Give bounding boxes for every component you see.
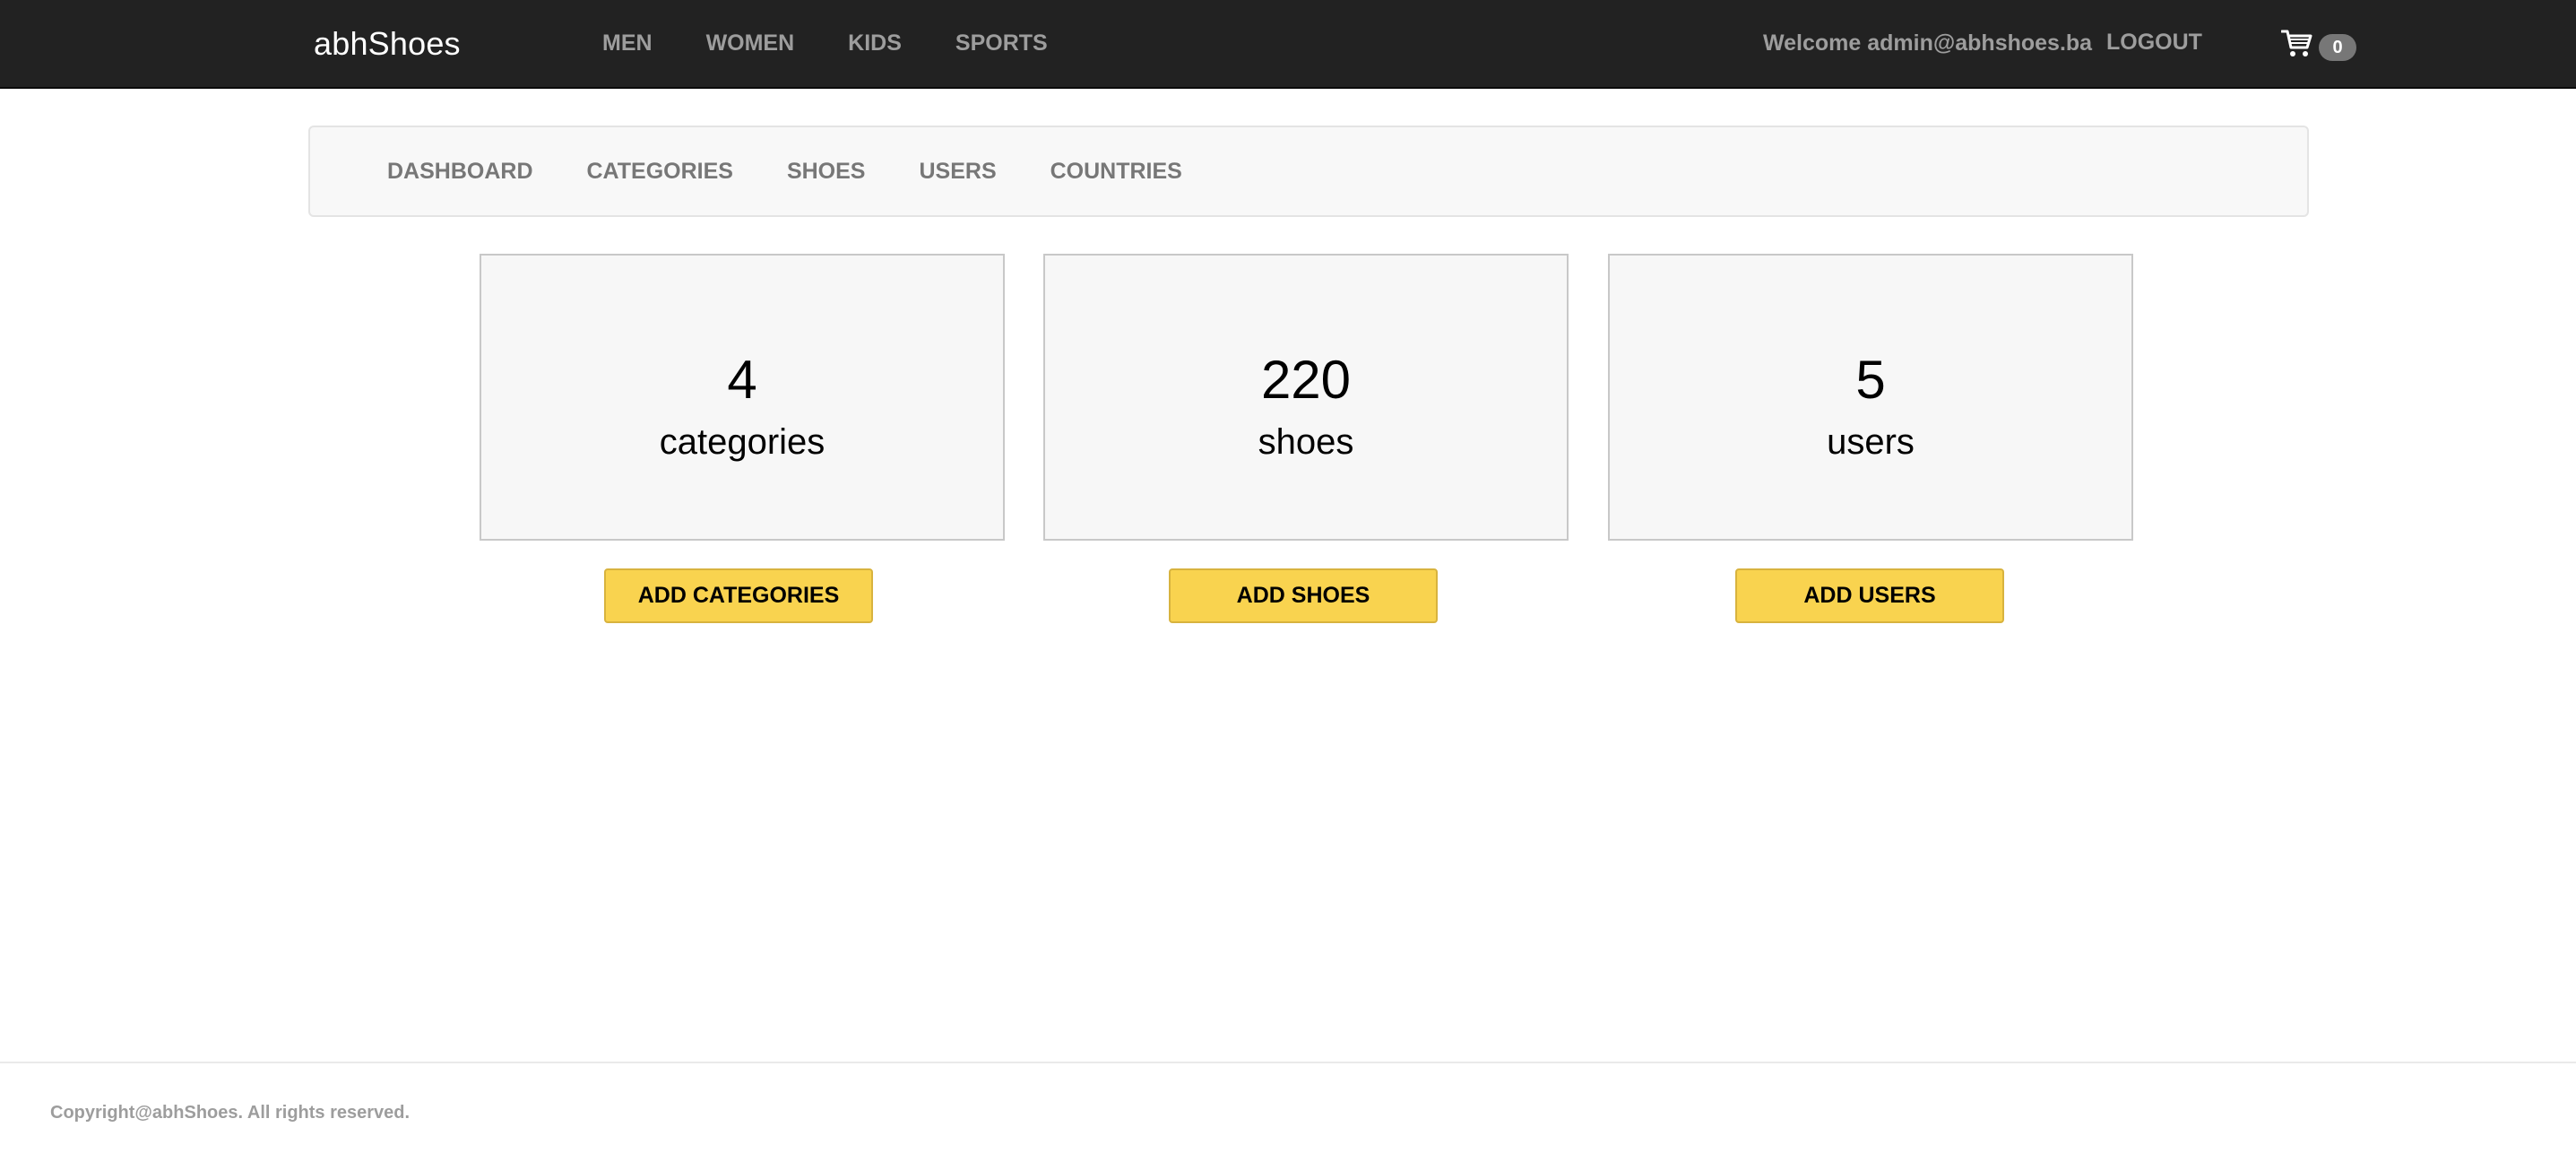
welcome-message: Welcome admin@abhshoes.ba	[1763, 30, 2093, 56]
nav-item-sports[interactable]: SPORTS	[955, 30, 1048, 56]
top-navbar: abhShoes MEN WOMEN KIDS SPORTS Welcome a…	[0, 0, 2576, 89]
nav-item-men[interactable]: MEN	[602, 30, 653, 56]
page-footer: Copyright@abhShoes. All rights reserved.	[0, 1062, 2576, 1162]
main-menu: MEN WOMEN KIDS SPORTS	[602, 0, 1102, 87]
subnav-item-users[interactable]: USERS	[919, 159, 996, 185]
logout-link[interactable]: LOGOUT	[2106, 0, 2202, 87]
admin-subnav-items: DASHBOARD CATEGORIES SHOES USERS COUNTRI…	[387, 127, 1236, 215]
shoes-stat-card: 220 shoes	[1043, 254, 1569, 541]
shoes-count: 220	[1260, 350, 1352, 410]
add-users-button[interactable]: ADD USERS	[1735, 568, 2004, 623]
users-stat-card: 5 users	[1608, 254, 2133, 541]
subnav-item-countries[interactable]: COUNTRIES	[1050, 159, 1182, 185]
categories-stat-card: 4 categories	[480, 254, 1005, 541]
users-label: users	[1827, 422, 1915, 462]
cart-button[interactable]: 0	[2281, 25, 2356, 63]
categories-count: 4	[727, 350, 757, 410]
subnav-item-dashboard[interactable]: DASHBOARD	[387, 159, 533, 185]
categories-label: categories	[659, 422, 826, 462]
shoes-label: shoes	[1258, 422, 1354, 462]
brand-logo[interactable]: abhShoes	[314, 0, 461, 87]
shopping-cart-icon	[2281, 29, 2313, 59]
admin-subnav: DASHBOARD CATEGORIES SHOES USERS COUNTRI…	[308, 126, 2309, 217]
add-categories-button[interactable]: ADD CATEGORIES	[604, 568, 873, 623]
nav-item-kids[interactable]: KIDS	[848, 30, 902, 56]
cart-count-badge: 0	[2319, 34, 2356, 61]
nav-item-women[interactable]: WOMEN	[706, 30, 795, 56]
subnav-item-categories[interactable]: CATEGORIES	[587, 159, 733, 185]
add-shoes-button[interactable]: ADD SHOES	[1169, 568, 1438, 623]
subnav-item-shoes[interactable]: SHOES	[787, 159, 866, 185]
users-count: 5	[1855, 350, 1886, 410]
copyright-text: Copyright@abhShoes. All rights reserved.	[50, 1103, 411, 1123]
